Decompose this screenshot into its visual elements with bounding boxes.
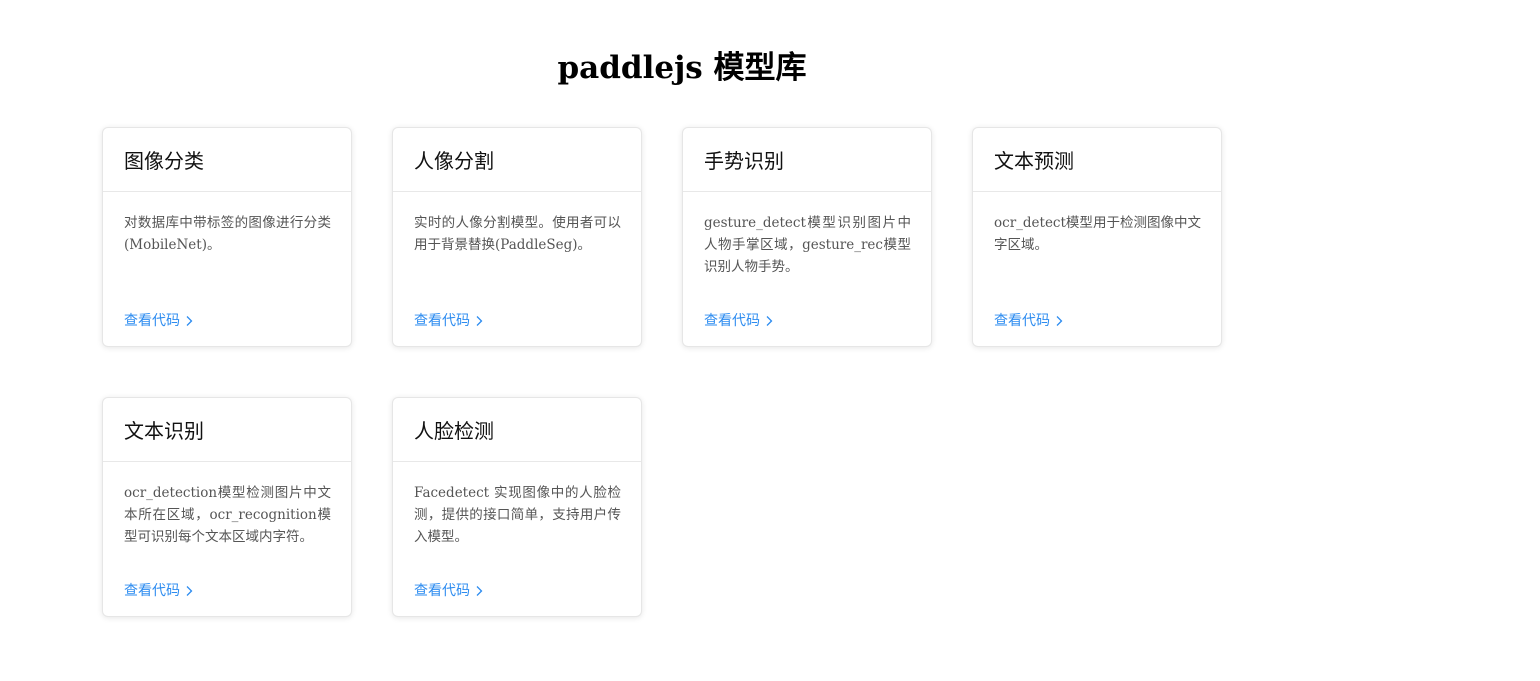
card-title: 图像分类 [124,149,204,173]
card-description: gesture_detect模型识别图片中人物手掌区域，gesture_rec模… [704,215,911,275]
chevron-right-icon [186,586,193,596]
view-code-link[interactable]: 查看代码 [704,311,774,331]
card-body: gesture_detect模型识别图片中人物手掌区域，gesture_rec模… [683,192,931,278]
chevron-right-icon [476,316,483,326]
view-code-label: 查看代码 [124,583,180,599]
card-title: 人脸检测 [414,419,494,443]
model-card-portrait-segmentation: 人像分割 实时的人像分割模型。使用者可以用于背景替换(PaddleSeg)。 查… [392,127,642,347]
card-header: 图像分类 [103,128,351,192]
card-body: 实时的人像分割模型。使用者可以用于背景替换(PaddleSeg)。 [393,192,641,256]
card-header: 人脸检测 [393,398,641,462]
card-description: 对数据库中带标签的图像进行分类 (MobileNet)。 [124,215,331,253]
view-code-link[interactable]: 查看代码 [414,311,484,331]
card-body: ocr_detection模型检测图片中文本所在区域，ocr_recogniti… [103,462,351,548]
card-body: Facedetect 实现图像中的人脸检测，提供的接口简单，支持用户传入模型。 [393,462,641,548]
model-card-gesture-recognition: 手势识别 gesture_detect模型识别图片中人物手掌区域，gesture… [682,127,932,347]
card-header: 文本识别 [103,398,351,462]
card-description: 实时的人像分割模型。使用者可以用于背景替换(PaddleSeg)。 [414,215,621,253]
view-code-link[interactable]: 查看代码 [414,581,484,601]
card-header: 人像分割 [393,128,641,192]
page-title: paddlejs 模型库 [557,50,807,86]
card-description: ocr_detect模型用于检测图像中文字区域。 [994,215,1201,253]
view-code-link[interactable]: 查看代码 [994,311,1064,331]
model-card-face-detection: 人脸检测 Facedetect 实现图像中的人脸检测，提供的接口简单，支持用户传… [392,397,642,617]
card-header: 手势识别 [683,128,931,192]
card-title: 人像分割 [414,149,494,173]
view-code-link[interactable]: 查看代码 [124,581,194,601]
card-title: 文本识别 [124,419,204,443]
view-code-label: 查看代码 [124,313,180,329]
model-card-grid: 图像分类 对数据库中带标签的图像进行分类 (MobileNet)。 查看代码 人… [102,127,1262,617]
chevron-right-icon [1056,316,1063,326]
model-card-text-prediction: 文本预测 ocr_detect模型用于检测图像中文字区域。 查看代码 [972,127,1222,347]
card-title: 文本预测 [994,149,1074,173]
card-header: 文本预测 [973,128,1221,192]
card-description: ocr_detection模型检测图片中文本所在区域，ocr_recogniti… [124,485,331,545]
view-code-link[interactable]: 查看代码 [124,311,194,331]
chevron-right-icon [186,316,193,326]
chevron-right-icon [766,316,773,326]
model-card-text-recognition: 文本识别 ocr_detection模型检测图片中文本所在区域，ocr_reco… [102,397,352,617]
model-card-image-classification: 图像分类 对数据库中带标签的图像进行分类 (MobileNet)。 查看代码 [102,127,352,347]
view-code-label: 查看代码 [994,313,1050,329]
view-code-label: 查看代码 [414,313,470,329]
view-code-label: 查看代码 [704,313,760,329]
view-code-label: 查看代码 [414,583,470,599]
card-body: ocr_detect模型用于检测图像中文字区域。 [973,192,1221,256]
card-title: 手势识别 [704,149,784,173]
chevron-right-icon [476,586,483,596]
card-body: 对数据库中带标签的图像进行分类 (MobileNet)。 [103,192,351,256]
card-description: Facedetect 实现图像中的人脸检测，提供的接口简单，支持用户传入模型。 [414,485,621,545]
